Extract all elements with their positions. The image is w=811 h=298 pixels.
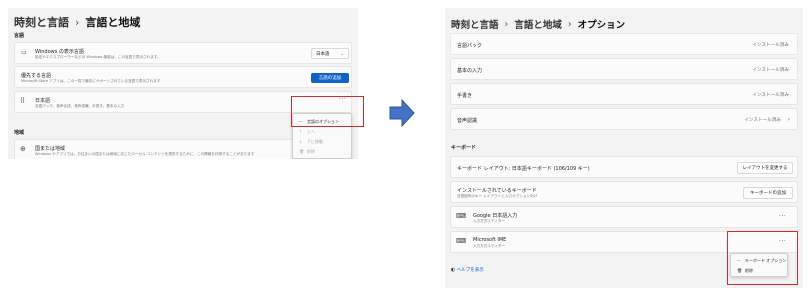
arrow-right-icon <box>389 98 415 128</box>
keyboard-layout-card: キーボード レイアウト: 日本語キーボード (106/109 キー) レイアウト… <box>450 156 798 178</box>
drag-handle-icon[interactable]: ⠿ <box>20 98 25 105</box>
preferred-language-title: 優先する言語 <box>21 73 52 79</box>
breadcrumb: 時刻と言語 › 言語と地域 <box>14 14 140 30</box>
japanese-subtitle: 言語パック、音声合成、音声認識、手書き、基本の入力 <box>35 104 125 108</box>
add-language-button[interactable]: 言語の追加 <box>311 73 349 83</box>
japanese-title: 日本語 <box>35 98 51 104</box>
section-label-region: 地域 <box>14 130 25 136</box>
highlight-box-left <box>291 96 364 127</box>
display-language-title: Windows の表示言語 <box>35 49 84 55</box>
keyboard-layout-title: キーボード レイアウト: 日本語キーボード (106/109 キー) <box>457 166 590 172</box>
left-settings-panel: 時刻と言語 › 言語と地域 言語 ▭ Windows の表示言語 設定やエクスプ… <box>8 8 358 159</box>
globe-icon: ⊕ <box>20 145 26 153</box>
trash-icon: 🗑 <box>299 149 305 154</box>
page-title: 言語と地域 <box>85 16 141 29</box>
display-language-card: ▭ Windows の表示言語 設定やエクスプローラーなどの Windows 機… <box>14 42 352 64</box>
feature-status: インストール済み <box>752 43 789 48</box>
breadcrumb-time-language[interactable]: 時刻と言語 <box>451 17 499 31</box>
breadcrumb-separator: › <box>504 18 509 30</box>
breadcrumb: 時刻と言語 › 言語と地域 › オプション <box>451 17 626 32</box>
feature-row-language-pack: 言語パック インストール済み <box>450 33 798 55</box>
keyboard-icon: ⌨ <box>456 212 467 220</box>
section-label-keyboard: キーボード <box>451 145 477 151</box>
feature-row-handwriting: 手書き インストール済み <box>450 83 798 105</box>
ime-title: Microsoft IME <box>473 237 507 243</box>
feature-label: 手書き <box>457 93 473 99</box>
keyboard-icon: ⌨ <box>456 237 467 245</box>
feature-label: 言語パック <box>457 43 483 49</box>
feature-status: インストール済み <box>744 118 781 123</box>
menu-item-move-down[interactable]: ↓ 下に移動 <box>299 139 323 145</box>
feature-status: インストール済み <box>752 93 789 98</box>
add-keyboard-button[interactable]: キーボードの追加 <box>743 187 793 199</box>
breadcrumb-separator: › <box>75 15 80 29</box>
google-ime-card: ⌨ Google 日本語入力 入力方式エディター ··· <box>450 206 798 228</box>
menu-item-remove[interactable]: 🗑 削除 <box>299 149 315 155</box>
feature-label: 音声認識 <box>457 118 478 124</box>
page-title: オプション <box>577 20 626 31</box>
display-language-value: 日本語 <box>316 51 330 57</box>
preferred-language-card: 優先する言語 Microsoft Store アプリは、この一覧で最初にサポート… <box>14 66 352 88</box>
feature-status: インストール済み <box>752 68 789 73</box>
more-options-button[interactable]: ··· <box>779 213 786 220</box>
feature-row-basic-typing: 基本の入力 インストール済み <box>450 58 798 80</box>
installed-keyboards-card: インストールされているキーボード 言語固有のキー レイアウトと入力オプション向け… <box>450 181 798 203</box>
monitor-icon: ▭ <box>21 49 27 56</box>
help-icon: ◐ <box>451 267 456 273</box>
menu-item-move-up[interactable]: ↑ 上へ <box>299 129 315 135</box>
breadcrumb-separator: › <box>567 18 572 30</box>
help-link[interactable]: ◐ ヘルプを表示 <box>451 267 484 273</box>
ime-title: Google 日本語入力 <box>473 213 518 219</box>
breadcrumb-language-region[interactable]: 言語と地域 <box>514 17 562 31</box>
ime-subtitle: 入力方式エディター <box>473 219 506 223</box>
change-layout-button[interactable]: レイアウトを変更する <box>737 162 793 174</box>
installed-keyboards-title: インストールされているキーボード <box>457 188 537 194</box>
highlight-box-right <box>727 231 798 285</box>
preferred-language-subtitle: Microsoft Store アプリは、この一覧で最初にサポートされている言語… <box>21 79 161 83</box>
display-language-dropdown[interactable]: 日本語 ⌄ <box>311 48 349 59</box>
region-title: 国または地域 <box>35 146 66 152</box>
chevron-right-icon: › <box>787 116 790 123</box>
region-subtitle: Windows やアプリでは、お住まいの国または地域に応じたローカル コンテンツ… <box>35 152 255 156</box>
chevron-down-icon: ⌄ <box>340 51 344 56</box>
ime-subtitle: 入力方式エディター <box>473 244 506 248</box>
arrow-up-icon: ↑ <box>299 129 303 134</box>
feature-row-speech-recognition[interactable]: 音声認識 インストール済み › <box>450 108 798 130</box>
display-language-subtitle: 設定やエクスプローラーなどの Windows 機能は、この言語で表示されます。 <box>35 55 161 59</box>
section-label-language: 言語 <box>14 33 25 39</box>
installed-keyboards-subtitle: 言語固有のキー レイアウトと入力オプション向け <box>457 194 538 198</box>
arrow-down-icon: ↓ <box>299 139 303 144</box>
breadcrumb-time-language[interactable]: 時刻と言語 <box>14 14 69 30</box>
feature-label: 基本の入力 <box>457 68 483 74</box>
